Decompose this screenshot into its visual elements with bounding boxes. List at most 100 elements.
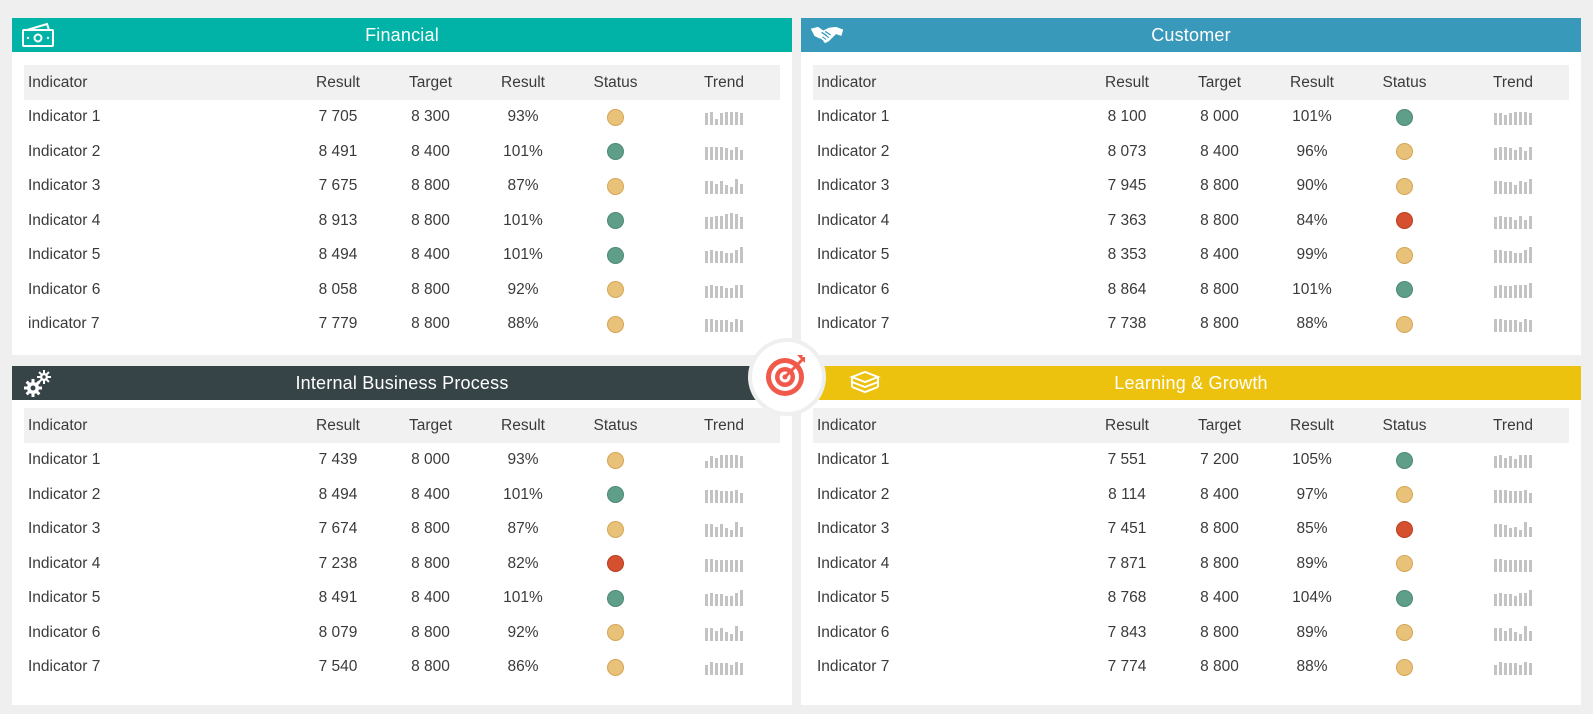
target-value: 8 400 — [411, 246, 450, 264]
sparkline — [1494, 282, 1532, 298]
sparkline — [705, 556, 743, 572]
indicator-name: Indicator 3 — [817, 520, 890, 538]
sparkline-bar — [730, 596, 733, 607]
sparkline-bar — [730, 112, 733, 126]
status-cell — [563, 589, 668, 607]
sparkline-bar — [1509, 594, 1512, 607]
sparkline-bar — [720, 490, 723, 503]
target-value: 8 800 — [411, 315, 450, 333]
sparkline-bar — [1524, 319, 1527, 333]
target-value: 8 000 — [1200, 108, 1239, 126]
trend-cell — [1457, 452, 1569, 469]
trend-cell — [668, 590, 780, 607]
sparkline-bar — [705, 627, 708, 641]
trend-cell — [668, 178, 780, 195]
sparkline-bar — [710, 112, 713, 126]
status-green-icon — [607, 486, 624, 504]
indicator-name: Indicator 4 — [817, 554, 890, 572]
status-red-icon — [1396, 520, 1413, 538]
sparkline-bar — [735, 284, 738, 298]
sparkline-bar — [725, 112, 728, 126]
sparkline-bar — [1524, 662, 1527, 676]
sparkline-bar — [1494, 319, 1497, 333]
sparkline-bar — [705, 461, 708, 469]
sparkline-bar — [1519, 490, 1522, 503]
sparkline-bar — [1514, 185, 1517, 195]
sparkline-bar — [740, 559, 743, 572]
status-cell — [1352, 451, 1457, 469]
table-header-row: Indicator Result Target Result Status Trend — [24, 65, 780, 100]
column-header-target: Target — [408, 416, 453, 434]
sparkline-bar — [740, 247, 743, 264]
trend-cell — [668, 487, 780, 503]
sparkline-bar — [1499, 250, 1502, 264]
table-header-row: Indicator Result Target Result Status Trend — [813, 408, 1569, 443]
trend-cell — [1457, 659, 1569, 676]
indicator-name: Indicator 3 — [28, 177, 101, 195]
sparkline-bar — [1524, 559, 1527, 572]
sparkline-bar — [710, 146, 713, 160]
sparkline-bar — [730, 455, 733, 469]
indicator-name: Indicator 1 — [28, 108, 101, 126]
status-cell — [563, 486, 668, 504]
table-header-row: Indicator Result Target Result Status Trend — [24, 408, 780, 443]
status-cell — [1352, 246, 1457, 264]
sparkline-bar — [740, 590, 743, 607]
target-value: 8 800 — [1200, 520, 1239, 538]
sparkline-bar — [705, 558, 708, 572]
result-percent: 87% — [507, 520, 539, 538]
column-header-indicator: Indicator — [817, 416, 877, 434]
sparkline-bar — [1494, 665, 1497, 676]
sparkline-bar — [730, 287, 733, 298]
status-cell — [1352, 281, 1457, 299]
indicator-name: Indicator 1 — [28, 451, 101, 469]
table-row: Indicator 3 7 945 8 800 90% — [813, 169, 1569, 204]
status-amber-icon — [607, 658, 624, 676]
handshake-icon — [809, 22, 845, 48]
target-value: 8 400 — [411, 485, 450, 503]
table-row: Indicator 2 8 114 8 400 97% — [813, 478, 1569, 513]
sparkline-bar — [1529, 630, 1532, 641]
indicator-name: Indicator 5 — [28, 246, 101, 264]
sparkline-bar — [740, 663, 743, 676]
result-value: 8 494 — [318, 246, 358, 264]
status-cell — [563, 451, 668, 469]
column-header-indicator: Indicator — [28, 73, 88, 91]
result-percent: 101% — [503, 142, 543, 160]
status-cell — [1352, 108, 1457, 126]
sparkline-bar — [720, 181, 723, 195]
sparkline-bar — [1514, 320, 1517, 333]
sparkline-bar — [1499, 662, 1502, 676]
result-percent: 88% — [1296, 315, 1328, 333]
sparkline-bar — [720, 594, 723, 607]
sparkline-bar — [1524, 455, 1527, 469]
sparkline-bar — [1504, 458, 1507, 469]
status-amber-icon — [1396, 486, 1413, 504]
result-value: 7 451 — [1107, 520, 1147, 538]
trend-cell — [668, 282, 780, 298]
indicator-name: Indicator 7 — [817, 315, 890, 333]
sparkline-bar — [735, 179, 738, 195]
target-value: 8 800 — [411, 280, 450, 298]
indicator-name: Indicator 6 — [817, 280, 890, 298]
books-icon — [847, 370, 883, 396]
sparkline-bar — [1499, 319, 1502, 333]
trend-cell — [1457, 144, 1569, 160]
sparkline-bar — [715, 527, 718, 538]
sparkline-bar — [735, 522, 738, 538]
sparkline-bar — [705, 285, 708, 298]
gears-icon — [20, 370, 56, 397]
sparkline — [1494, 213, 1532, 229]
sparkline-bar — [1499, 146, 1502, 160]
table-row: indicator 7 7 779 8 800 88% — [24, 307, 780, 342]
sparkline — [1494, 178, 1532, 195]
sparkline — [705, 144, 743, 160]
target-value: 8 800 — [1200, 554, 1239, 572]
sparkline-bar — [1494, 113, 1497, 126]
sparkline-bar — [1514, 253, 1517, 264]
status-amber-icon — [607, 315, 624, 333]
indicator-name: Indicator 7 — [28, 658, 101, 676]
sparkline-bar — [1499, 455, 1502, 469]
result-value: 7 843 — [1107, 623, 1147, 641]
sparkline-bar — [1524, 250, 1527, 264]
